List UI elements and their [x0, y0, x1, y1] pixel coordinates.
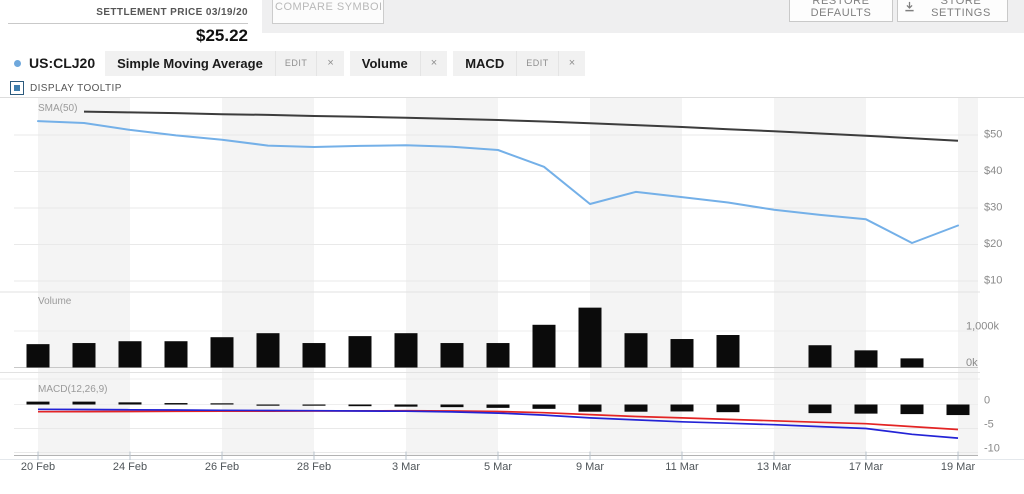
- macd-axis-label: -5: [984, 419, 994, 431]
- volume-bar: [901, 358, 924, 367]
- volume-bar: [671, 339, 694, 367]
- volume-bar: [487, 343, 510, 367]
- price-axis-label: $50: [984, 129, 1002, 141]
- macd-histogram-bar: [579, 405, 602, 412]
- macd-histogram-bar: [487, 405, 510, 408]
- volume-panel-title: Volume: [38, 296, 72, 307]
- macd-histogram-bar: [119, 402, 142, 404]
- volume-bar: [73, 343, 96, 367]
- macd-histogram-bar: [533, 405, 556, 409]
- volume-bar: [349, 336, 372, 367]
- macd-histogram-bar: [809, 405, 832, 414]
- volume-bar: [533, 325, 556, 368]
- price-panel-title: SMA(50): [38, 103, 77, 114]
- date-label: 9 Mar: [576, 461, 604, 473]
- macd-histogram-bar: [625, 405, 648, 412]
- date-label: 26 Feb: [205, 461, 239, 473]
- weekend-band: [590, 98, 682, 455]
- macd-histogram-bar: [855, 405, 878, 414]
- weekend-band: [774, 98, 866, 455]
- macd-axis-label: -10: [984, 443, 1000, 455]
- price-axis-label: $30: [984, 202, 1002, 214]
- volume-bar: [27, 344, 50, 367]
- macd-histogram-bar: [671, 405, 694, 412]
- macd-histogram-bar: [303, 405, 326, 406]
- volume-bar: [395, 333, 418, 367]
- date-label: 24 Feb: [113, 461, 147, 473]
- volume-bar: [211, 337, 234, 367]
- date-label: 13 Mar: [757, 461, 792, 473]
- weekend-band: [38, 98, 130, 455]
- volume-bar: [165, 341, 188, 367]
- macd-panel-title: MACD(12,26,9): [38, 384, 107, 395]
- macd-histogram-bar: [73, 402, 96, 405]
- weekend-band: [406, 98, 498, 455]
- volume-bar: [855, 350, 878, 367]
- macd-histogram-bar: [717, 405, 740, 413]
- date-label: 19 Mar: [941, 461, 976, 473]
- date-label: 5 Mar: [484, 461, 512, 473]
- macd-histogram-bar: [211, 403, 234, 404]
- volume-bar: [625, 333, 648, 367]
- price-volume-macd-chart[interactable]: $50 $40 $30 $20 $10 1,000k 0k 0 -5 -10 20 Feb 24 Fe…: [0, 0, 1024, 494]
- weekend-band: [222, 98, 314, 455]
- macd-histogram-bar: [349, 405, 372, 407]
- weekend-band: [958, 98, 978, 455]
- date-label: 3 Mar: [392, 461, 420, 473]
- price-axis-label: $20: [984, 238, 1002, 250]
- macd-histogram-bar: [27, 402, 50, 405]
- macd-axis-label: 0: [984, 395, 990, 407]
- macd-histogram-bar: [947, 405, 970, 416]
- macd-histogram-bar: [395, 405, 418, 407]
- volume-bar: [303, 343, 326, 367]
- volume-axis-label: 1,000k: [966, 321, 1000, 333]
- volume-bar: [717, 335, 740, 367]
- volume-axis-label: 0k: [966, 357, 978, 369]
- macd-histogram-bar: [441, 405, 464, 408]
- volume-bar: [809, 345, 832, 367]
- price-axis-label: $10: [984, 275, 1002, 287]
- macd-histogram-bar: [165, 403, 188, 404]
- volume-bar: [441, 343, 464, 367]
- date-label: 11 Mar: [665, 461, 699, 473]
- volume-bar: [257, 333, 280, 367]
- date-label: 20 Feb: [21, 461, 55, 473]
- date-label: 28 Feb: [297, 461, 331, 473]
- macd-histogram-bar: [901, 405, 924, 415]
- date-label: 17 Mar: [849, 461, 884, 473]
- volume-bar: [119, 341, 142, 367]
- volume-bar: [579, 308, 602, 368]
- price-axis-label: $40: [984, 165, 1002, 177]
- macd-histogram-bar: [257, 405, 280, 406]
